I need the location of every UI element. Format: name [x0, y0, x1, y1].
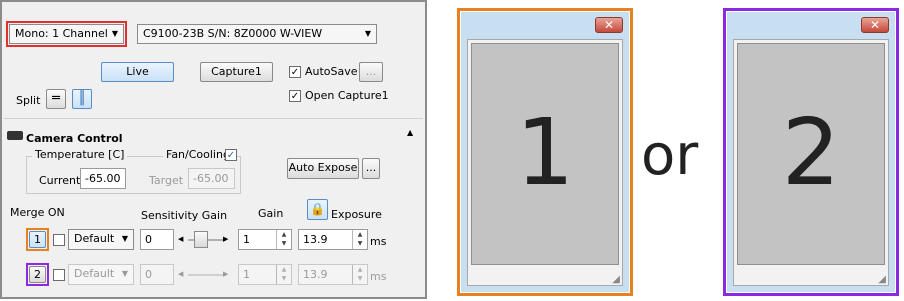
chevron-down-icon: ▼ [121, 234, 128, 243]
window-1-number: 1 [515, 99, 575, 206]
channel-1-exposure-value: 13.9 [303, 233, 328, 246]
channel-2-preset-select[interactable]: Default ▼ [68, 264, 134, 285]
channel-2-sensitivity-field[interactable]: 0 [140, 264, 174, 285]
current-temp-label: Current [39, 174, 81, 187]
target-temp-field: -65.00 [188, 168, 235, 189]
section-divider [4, 118, 423, 119]
split-vertical-icon[interactable]: ║ [72, 89, 92, 109]
window-1-image: 1 [471, 43, 619, 265]
channel-2-exposure-value: 13.9 [303, 268, 328, 281]
merge-on-label: Merge ON [10, 206, 65, 219]
channel-1-unit: ms [370, 235, 387, 248]
channel-2-slider-track[interactable] [188, 274, 226, 276]
gain-label: Gain [258, 207, 284, 220]
slider-left-arrow-icon[interactable]: ◀ [178, 270, 183, 278]
channel-1-button[interactable]: 1 [29, 231, 46, 248]
channel-1-exposure-field[interactable]: 13.9 ▲ ▼ [298, 229, 368, 250]
window-1-client: 1 ◢ [467, 39, 623, 286]
mode-select-value: Mono: 1 Channel [15, 27, 108, 40]
resize-grip-icon[interactable]: ◢ [878, 274, 886, 285]
camera-icon [7, 131, 23, 140]
resize-grip-icon[interactable]: ◢ [612, 274, 620, 285]
autosave-checkbox[interactable]: ✓ [289, 66, 301, 78]
live-button[interactable]: Live [101, 62, 174, 82]
spinner-icon[interactable]: ▲ ▼ [276, 265, 291, 284]
channel-2-exposure-field[interactable]: 13.9 ▲ ▼ [298, 264, 368, 285]
spinner-icon[interactable]: ▲ ▼ [352, 265, 367, 284]
spinner-icon[interactable]: ▲ ▼ [352, 230, 367, 249]
autosave-browse-button[interactable]: ... [359, 62, 383, 82]
camera-control-title: Camera Control [26, 132, 123, 145]
channel-2-preset-value: Default [74, 267, 115, 280]
chevron-down-icon: ▼ [121, 269, 128, 278]
exposure-label: Exposure [331, 208, 382, 221]
current-temp-field: -65.00 [80, 168, 126, 189]
window-1: ✕ 1 ◢ [461, 12, 629, 292]
mode-select[interactable]: Mono: 1 Channel ▼ [9, 24, 124, 44]
channel-1-slider-thumb[interactable] [194, 231, 208, 248]
channel-1-merge-checkbox[interactable] [53, 234, 65, 246]
window-2-number: 2 [781, 99, 841, 206]
camera-select-value: C9100-23B S/N: 8Z0000 W-VIEW [143, 27, 323, 40]
autosave-label: AutoSave [305, 65, 358, 78]
fan-cooling-label: Fan/Cooling [163, 148, 233, 161]
capture-button[interactable]: Capture1 [200, 62, 273, 82]
channel-1-preset-value: Default [74, 232, 115, 245]
lock-icon[interactable]: 🔒 [307, 199, 328, 220]
split-horizontal-icon[interactable]: ═ [46, 89, 66, 109]
open-capture-label: Open Capture1 [305, 89, 389, 102]
temperature-label: Temperature [C] [32, 148, 128, 161]
spinner-icon[interactable]: ▲ ▼ [276, 230, 291, 249]
open-capture-checkbox[interactable]: ✓ [289, 90, 301, 102]
auto-expose-more-button[interactable]: ... [362, 158, 380, 179]
chevron-down-icon: ▼ [111, 29, 118, 38]
auto-expose-button[interactable]: Auto Expose [287, 158, 359, 179]
split-label: Split [16, 94, 41, 107]
window-2-client: 2 ◢ [733, 39, 889, 286]
slider-left-arrow-icon[interactable]: ◀ [178, 235, 183, 243]
slider-right-arrow-icon[interactable]: ▶ [223, 270, 228, 278]
channel-1-gain-value: 1 [243, 233, 250, 246]
channel-2-merge-checkbox[interactable] [53, 269, 65, 281]
window-2-image: 2 [737, 43, 885, 265]
chevron-down-icon: ▼ [364, 29, 371, 38]
channel-1-preset-select[interactable]: Default ▼ [68, 229, 134, 250]
channel-2-gain-field[interactable]: 1 ▲ ▼ [238, 264, 292, 285]
collapse-icon[interactable]: ▲ [407, 128, 413, 137]
camera-select[interactable]: C9100-23B S/N: 8Z0000 W-VIEW ▼ [137, 24, 377, 44]
fan-cooling-checkbox[interactable]: ✓ [225, 149, 237, 161]
channel-2-button[interactable]: 2 [29, 266, 46, 283]
slider-right-arrow-icon[interactable]: ▶ [223, 235, 228, 243]
target-temp-label: Target [149, 174, 184, 187]
sensitivity-gain-label: Sensitivity Gain [141, 209, 228, 222]
close-icon[interactable]: ✕ [861, 17, 889, 33]
channel-1-sensitivity-field[interactable]: 0 [140, 229, 174, 250]
channel-2-gain-value: 1 [243, 268, 250, 281]
window-2: ✕ 2 ◢ [727, 12, 895, 292]
channel-2-unit: ms [370, 270, 387, 283]
close-icon[interactable]: ✕ [595, 17, 623, 33]
or-text: or [641, 123, 699, 188]
channel-1-gain-field[interactable]: 1 ▲ ▼ [238, 229, 292, 250]
